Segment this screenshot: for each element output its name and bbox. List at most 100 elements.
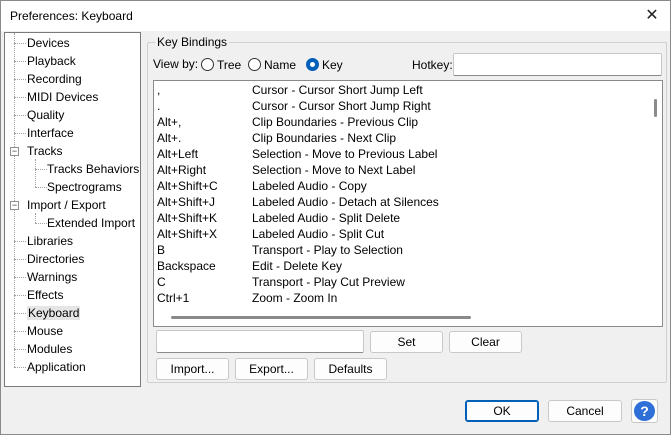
binding-row[interactable]: Backspace Edit - Delete Key [154, 258, 648, 274]
horizontal-scrollbar[interactable] [154, 310, 662, 326]
binding-action: Cursor - Cursor Short Jump Left [252, 83, 423, 97]
tree-connector [14, 349, 26, 350]
view-by-key-radio[interactable]: Key [306, 57, 343, 73]
tree-item-playback[interactable]: Playback [27, 52, 76, 70]
tree-connector [14, 115, 26, 116]
defaults-button[interactable]: Defaults [314, 358, 387, 380]
export-button[interactable]: Export... [235, 358, 308, 380]
tree-item-quality[interactable]: Quality [27, 106, 64, 124]
binding-row[interactable]: B Transport - Play to Selection [154, 242, 648, 258]
tree-item-import-export[interactable]: Import / Export [27, 196, 106, 214]
binding-row[interactable]: Alt+. Clip Boundaries - Next Clip [154, 130, 648, 146]
binding-row[interactable]: Alt+Shift+X Labeled Audio - Split Cut [154, 226, 648, 242]
tree-item-mouse[interactable]: Mouse [27, 322, 63, 340]
binding-key: Alt+Shift+X [157, 227, 218, 241]
view-by-label: View by: [153, 57, 199, 71]
binding-key: . [157, 99, 161, 113]
binding-key: Alt+Right [157, 163, 207, 177]
tree-item-label: Interface [27, 126, 74, 140]
clear-button[interactable]: Clear [449, 331, 522, 353]
tree-item-label: Application [27, 360, 86, 374]
binding-action: Labeled Audio - Detach at Silences [252, 195, 439, 209]
binding-row[interactable]: Alt+Shift+C Labeled Audio - Copy [154, 178, 648, 194]
hotkey-input[interactable] [453, 53, 662, 76]
tree-connector [14, 367, 26, 368]
view-by-tree-radio[interactable]: Tree [201, 57, 241, 73]
tree-item-label: Warnings [27, 270, 78, 284]
ok-button[interactable]: OK [465, 400, 539, 422]
radio-label: Key [322, 58, 343, 72]
tree-item-label: Playback [27, 54, 76, 68]
collapse-import-export-icon[interactable]: − [10, 201, 19, 210]
tree-item-label: Libraries [27, 234, 74, 248]
binding-action: Selection - Move to Previous Label [252, 147, 438, 161]
cancel-button[interactable]: Cancel [548, 400, 622, 422]
tree-connector [14, 295, 26, 296]
tree-item-directories[interactable]: Directories [27, 250, 84, 268]
binding-action: Transport - Play Cut Preview [252, 275, 405, 289]
tree-connector [35, 223, 47, 224]
vertical-scroll-thumb[interactable] [654, 99, 657, 117]
preferences-tree[interactable]: Devices Playback Recording MIDI Devices … [4, 32, 141, 387]
tree-connector [14, 241, 26, 242]
tree-item-label: Devices [27, 36, 70, 50]
help-button[interactable]: ? [631, 399, 658, 423]
binding-row[interactable]: Alt+Shift+K Labeled Audio - Split Delete [154, 210, 648, 226]
vertical-scrollbar[interactable] [648, 81, 662, 309]
tree-item-tracks-behaviors[interactable]: Tracks Behaviors [47, 160, 139, 178]
tree-item-keyboard[interactable]: Keyboard [27, 304, 81, 322]
tree-connector [14, 277, 26, 278]
tree-item-midi-devices[interactable]: MIDI Devices [27, 88, 98, 106]
view-by-name-radio[interactable]: Name [248, 57, 296, 73]
tree-item-interface[interactable]: Interface [27, 124, 74, 142]
tree-connector [14, 133, 26, 134]
binding-row[interactable]: Alt+Right Selection - Move to Next Label [154, 162, 648, 178]
tree-item-label: Extended Import [47, 216, 136, 230]
horizontal-scroll-thumb[interactable] [171, 316, 471, 319]
binding-row[interactable]: C Transport - Play Cut Preview [154, 274, 648, 290]
tree-item-libraries[interactable]: Libraries [27, 232, 73, 250]
close-icon[interactable]: ✕ [642, 6, 662, 26]
tree-item-tracks[interactable]: Tracks [27, 142, 63, 160]
binding-action: Edit - Delete Key [252, 259, 343, 273]
binding-row[interactable]: Alt+, Clip Boundaries - Previous Clip [154, 114, 648, 130]
tree-item-extended-import[interactable]: Extended Import [47, 214, 135, 232]
binding-row[interactable]: Alt+Shift+J Labeled Audio - Detach at Si… [154, 194, 648, 210]
binding-action: Clip Boundaries - Previous Clip [252, 115, 419, 129]
binding-row[interactable]: Alt+Left Selection - Move to Previous La… [154, 146, 648, 162]
import-button[interactable]: Import... [156, 358, 229, 380]
tree-item-effects[interactable]: Effects [27, 286, 63, 304]
tree-item-label: Tracks [27, 144, 63, 158]
tree-item-label: Spectrograms [47, 180, 122, 194]
binding-row[interactable]: . Cursor - Cursor Short Jump Right [154, 98, 648, 114]
tree-item-label: Recording [27, 72, 82, 86]
binding-action: Transport - Play to Selection [252, 243, 403, 257]
tree-connector [14, 331, 26, 332]
tree-item-label: Effects [27, 288, 64, 302]
binding-row[interactable]: Ctrl+1 Zoom - Zoom In [154, 290, 648, 306]
binding-key: Alt+, [157, 115, 182, 129]
collapse-tracks-icon[interactable]: − [10, 147, 19, 156]
tree-connector [14, 79, 26, 80]
help-icon: ? [634, 401, 655, 421]
tree-item-label: Modules [27, 342, 73, 356]
tree-connector [14, 259, 26, 260]
tree-item-label: Import / Export [27, 198, 106, 212]
key-bindings-group-label: Key Bindings [155, 35, 230, 49]
tree-item-modules[interactable]: Modules [27, 340, 72, 358]
radio-circle [248, 58, 261, 71]
set-button[interactable]: Set [370, 331, 443, 353]
tree-item-devices[interactable]: Devices [27, 34, 70, 52]
tree-item-warnings[interactable]: Warnings [27, 268, 77, 286]
binding-row[interactable]: , Cursor - Cursor Short Jump Left [154, 82, 648, 98]
binding-key: Alt+Left [157, 147, 199, 161]
binding-key: Ctrl+1 [157, 291, 190, 305]
key-combination-input[interactable] [156, 330, 364, 353]
key-bindings-list[interactable]: , Cursor - Cursor Short Jump Left . Curs… [153, 80, 663, 327]
tree-item-application[interactable]: Application [27, 358, 86, 376]
title-bar: Preferences: Keyboard ✕ [1, 1, 670, 31]
binding-key: Backspace [157, 259, 216, 273]
binding-key: Alt+. [157, 131, 182, 145]
tree-item-spectrograms[interactable]: Spectrograms [47, 178, 122, 196]
tree-item-recording[interactable]: Recording [27, 70, 82, 88]
